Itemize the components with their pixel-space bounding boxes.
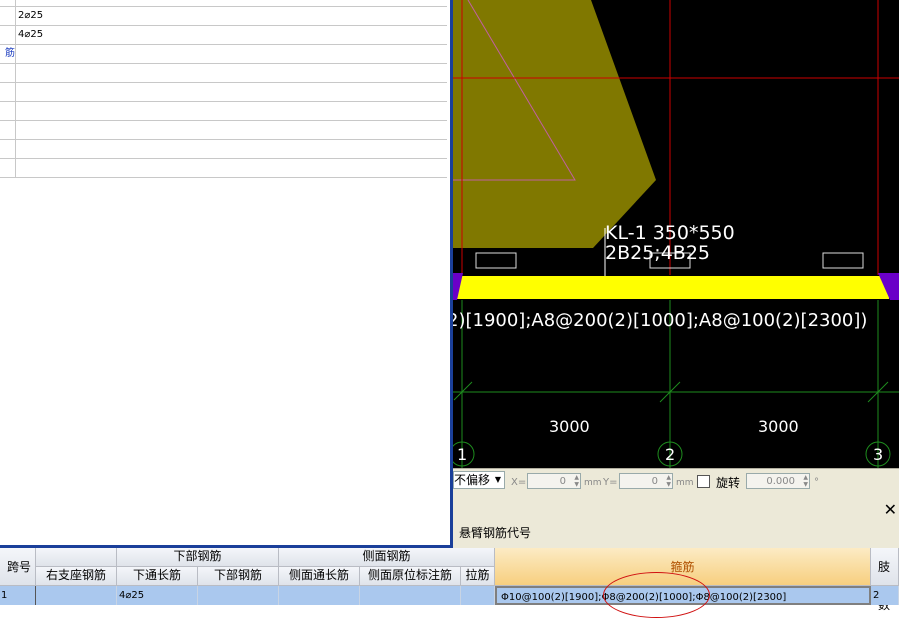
axis-number-3: 3 [873, 445, 883, 464]
coordinate-toolbar: 不偏移 ▼ X= 0 ▲ ▼ mm Y= 0 ▲ ▼ mm 旋转 0.000 ▲ ▼ ° [453, 468, 899, 499]
header-bottom-bar[interactable]: 下部钢筋 [198, 567, 279, 586]
property-row[interactable] [0, 83, 447, 102]
property-row[interactable] [0, 102, 447, 121]
property-key [0, 121, 16, 139]
y-label: Y= [603, 477, 618, 488]
header-side-through[interactable]: 侧面通长筋 [279, 567, 360, 586]
property-key [0, 159, 16, 177]
header-side-original[interactable]: 侧面原位标注筋 [360, 567, 461, 586]
cell-bottom-through[interactable]: 4⌀25 [117, 586, 198, 605]
y-unit: mm [676, 478, 694, 488]
dimension-value-2: 3000 [758, 417, 799, 436]
property-key [0, 140, 16, 158]
header-span-no[interactable]: 跨号 [0, 548, 36, 586]
x-input[interactable]: 0 ▲ ▼ [527, 473, 581, 489]
property-row[interactable]: 筋 [0, 45, 447, 64]
property-row[interactable] [0, 159, 447, 178]
cantilever-code-tab[interactable]: 悬臂钢筋代号 [459, 520, 531, 546]
property-row[interactable] [0, 0, 447, 7]
header-side-group[interactable]: 侧面钢筋 [279, 548, 495, 567]
panel-tab-bar: 悬臂钢筋代号 [453, 520, 899, 546]
property-row[interactable]: 4⌀25 [0, 26, 447, 45]
property-row[interactable]: 2⌀25 [0, 7, 447, 26]
slab-region [453, 0, 656, 248]
cell-bottom-bar[interactable] [198, 586, 279, 605]
chevron-down-icon: ▼ [494, 475, 501, 484]
panel-header: ✕ [453, 500, 899, 520]
axis-number-2: 2 [665, 445, 675, 464]
header-legs[interactable]: 肢数 [871, 548, 899, 612]
property-row[interactable] [0, 121, 447, 140]
property-value: 4⌀25 [18, 29, 44, 40]
property-key [0, 102, 16, 120]
header-bottom-through[interactable]: 下通长筋 [117, 567, 198, 586]
stirrup-annotation: 2)[1900];A8@200(2)[1000];A8@100(2)[2300]… [453, 310, 867, 331]
rotate-checkbox[interactable] [697, 475, 710, 488]
cell-span-no[interactable]: 1 [0, 586, 36, 605]
header-blank [36, 548, 117, 567]
cell-side-original[interactable] [360, 586, 461, 605]
y-input[interactable]: 0 ▲ ▼ [619, 473, 673, 489]
support-marker [475, 252, 517, 269]
rotate-label: 旋转 [716, 476, 741, 490]
cad-drawing: KL-1 350*550 2B25;4B25 2)[1900];A8@200(2… [453, 0, 899, 468]
x-unit: mm [584, 478, 602, 488]
cell-tie-bar[interactable] [461, 586, 495, 605]
cell-legs[interactable]: 2 [871, 586, 899, 605]
highlight-ellipse [603, 572, 710, 618]
dim-tick [453, 381, 473, 401]
offset-select[interactable]: 不偏移 ▼ [453, 471, 505, 489]
property-value: 2⌀25 [18, 10, 44, 21]
offset-select-value: 不偏移 [454, 473, 491, 487]
property-key [0, 7, 16, 25]
header-right-support[interactable]: 右支座钢筋 [36, 567, 117, 586]
y-value: 0 [651, 476, 658, 487]
property-key [0, 26, 16, 44]
x-label: X= [511, 477, 527, 488]
dimension-value-1: 3000 [549, 417, 590, 436]
x-value: 0 [559, 476, 566, 487]
support-marker [822, 252, 864, 269]
property-key: 筋 [0, 45, 16, 63]
cell-side-through[interactable] [279, 586, 360, 605]
beam-label-line1: KL-1 350*550 [605, 222, 735, 244]
property-panel: 2⌀25 4⌀25 筋 [0, 0, 453, 548]
property-row[interactable] [0, 64, 447, 83]
spinner-icon[interactable]: ▲ ▼ [803, 474, 808, 488]
property-key [0, 83, 16, 101]
cad-canvas[interactable]: KL-1 350*550 2B25;4B25 2)[1900];A8@200(2… [453, 0, 899, 468]
rotate-value: 0.000 [766, 476, 795, 487]
header-bottom-group[interactable]: 下部钢筋 [117, 548, 279, 567]
spinner-icon[interactable]: ▲ ▼ [574, 474, 579, 488]
property-key [0, 0, 16, 6]
header-tie-bar[interactable]: 拉筋 [461, 567, 495, 586]
property-key [0, 64, 16, 82]
beam-label-line2: 2B25;4B25 [605, 242, 710, 264]
spinner-icon[interactable]: ▲ ▼ [666, 474, 671, 488]
axis-number-1: 1 [457, 445, 467, 464]
rotate-unit: ° [814, 477, 819, 488]
property-row[interactable] [0, 140, 447, 159]
beam-shape [457, 276, 889, 299]
cell-right-support[interactable] [36, 586, 117, 605]
rotate-input[interactable]: 0.000 ▲ ▼ [746, 473, 810, 489]
close-icon[interactable]: ✕ [884, 500, 897, 520]
